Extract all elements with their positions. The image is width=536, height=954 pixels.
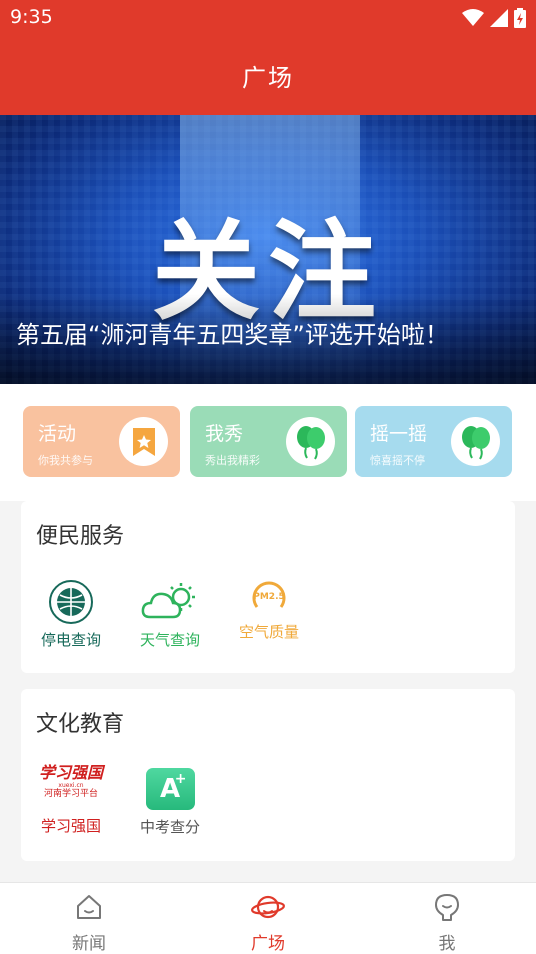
quick-card-title: 活动: [38, 423, 77, 445]
service-power-outage[interactable]: 停电查询: [31, 579, 111, 659]
battery-icon: [514, 8, 526, 28]
page-title: 广场: [242, 64, 294, 92]
home-icon: [29, 893, 149, 921]
wifi-icon: [462, 9, 484, 26]
nav-label: 我: [438, 934, 456, 954]
quick-card-subtitle: 秀出我精彩: [205, 454, 260, 467]
service-xuexi[interactable]: 学习强国 xuexi.cn 河南学习平台 学习强国: [31, 764, 111, 844]
xuexi-logo-url: xuexi.cn: [58, 782, 84, 789]
education-section: 文化教育 学习强国 xuexi.cn 河南学习平台 学习强国 A + 中考查分: [21, 689, 515, 861]
service-exam-score[interactable]: A + 中考查分: [130, 768, 210, 848]
service-label: 学习强国: [40, 817, 101, 835]
pm25-icon: PM2.5: [229, 575, 309, 615]
xuexi-logo-text: 学习强国: [38, 763, 103, 782]
quick-entry-area: 活动 你我共参与 我秀 秀出我精彩 摇一摇 惊喜摇不停: [0, 384, 536, 501]
quick-card-title: 摇一摇: [370, 423, 428, 445]
balloons-icon: [286, 417, 335, 466]
planet-icon: [208, 893, 328, 921]
status-bar: 9:35: [0, 0, 536, 36]
quick-card-subtitle: 你我共参与: [38, 454, 93, 467]
status-time: 9:35: [10, 6, 53, 28]
quick-card-show[interactable]: 我秀 秀出我精彩: [190, 406, 347, 477]
service-air-quality[interactable]: PM2.5 空气质量: [229, 575, 309, 655]
service-label: 停电查询: [40, 631, 101, 649]
xuexi-logo-subtitle: 河南学习平台: [43, 789, 98, 799]
quick-card-activity[interactable]: 活动 你我共参与: [23, 406, 180, 477]
bulb-person-icon: [387, 893, 507, 923]
nav-label: 新闻: [72, 934, 106, 954]
quick-card-subtitle: 惊喜摇不停: [370, 454, 425, 467]
nav-label: 广场: [251, 934, 285, 954]
cloud-sun-icon: [130, 579, 210, 623]
signal-icon: [490, 9, 508, 27]
bookmark-star-icon: [119, 417, 168, 466]
grade-a-plus-icon: A +: [130, 768, 210, 810]
nav-tab-news[interactable]: 新闻: [29, 883, 149, 954]
quick-card-shake[interactable]: 摇一摇 惊喜摇不停: [355, 406, 512, 477]
banner-carousel[interactable]: 关注 第五届“浉河青年五四奖章”评选开始啦！: [0, 115, 536, 384]
nav-tab-me[interactable]: 我: [387, 883, 507, 954]
xuexi-logo-icon: 学习强国 xuexi.cn 河南学习平台: [31, 764, 111, 800]
service-label: 天气查询: [139, 631, 200, 649]
status-icons: [462, 8, 526, 28]
service-label: 空气质量: [238, 623, 299, 641]
section-title: 便民服务: [36, 524, 125, 549]
plus-icon: +: [174, 771, 187, 787]
bottom-nav: 新闻 广场 我: [0, 882, 536, 954]
nav-tab-square[interactable]: 广场: [208, 883, 328, 954]
balloons-icon: [451, 417, 500, 466]
service-label: 中考查分: [139, 818, 200, 836]
service-weather[interactable]: 天气查询: [130, 579, 210, 659]
state-grid-logo-icon: [31, 579, 111, 625]
banner-caption: 第五届“浉河青年五四奖章”评选开始啦！: [16, 321, 449, 349]
section-title: 文化教育: [36, 712, 125, 737]
services-section: 便民服务 停电查询 天气查询 PM2.5 空气质量: [21, 501, 515, 673]
quick-card-title: 我秀: [205, 423, 244, 445]
pm25-icon-text: PM2.5: [253, 592, 285, 602]
app-bar: 广场: [0, 36, 536, 115]
